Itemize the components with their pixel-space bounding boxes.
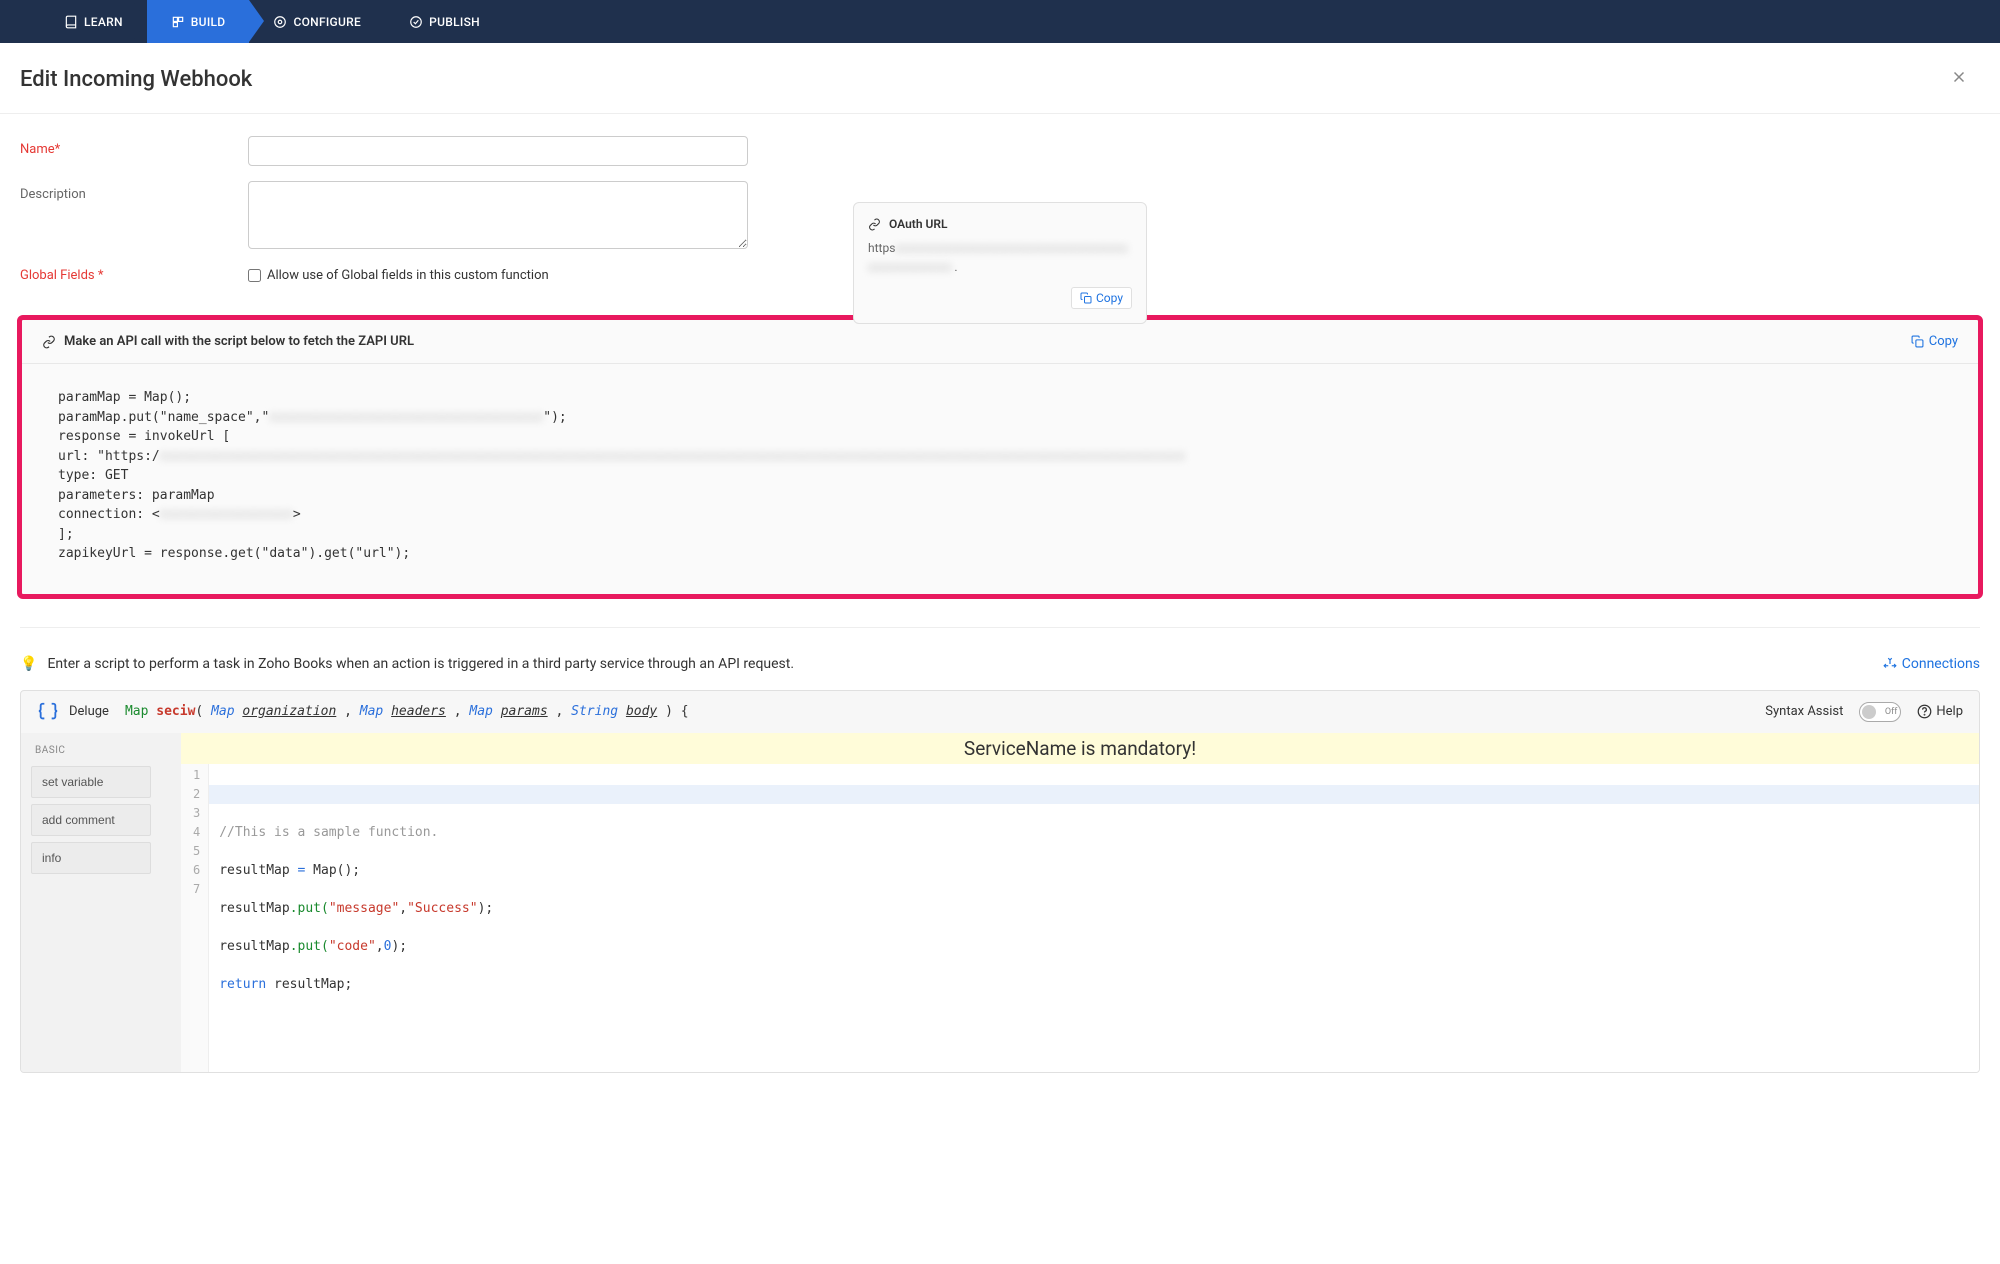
description-label: Description <box>20 181 248 253</box>
editor-sidebar: BASIC set variable add comment info <box>21 733 181 1072</box>
code-lines[interactable]: 1234567 //This is a sample function. res… <box>181 764 1979 1072</box>
sidebar-category: BASIC <box>31 745 171 756</box>
function-signature: Map seciw( Map organization , Map header… <box>125 704 689 719</box>
page-title: Edit Incoming Webhook <box>20 67 252 92</box>
nav-tab-publish[interactable]: PUBLISH <box>385 0 504 43</box>
page-header: Edit Incoming Webhook <box>0 43 2000 114</box>
code-line <box>219 1013 1969 1032</box>
syntax-assist-label: Syntax Assist <box>1765 704 1843 719</box>
code-line: //This is a sample function. <box>219 823 1969 842</box>
syntax-assist-toggle[interactable]: Off <box>1859 702 1901 722</box>
cmd-info[interactable]: info <box>31 842 151 874</box>
nav-tab-build[interactable]: BUILD <box>147 0 250 43</box>
code-line: return resultMap; <box>219 975 1969 994</box>
nav-label: LEARN <box>84 15 123 29</box>
nav-label: PUBLISH <box>429 15 480 29</box>
book-icon <box>64 15 78 29</box>
hint-text: Enter a script to perform a task in Zoho… <box>47 656 794 672</box>
deluge-icon <box>37 701 59 723</box>
global-fields-checkbox-label: Allow use of Global fields in this custo… <box>267 268 549 283</box>
global-fields-checkbox[interactable] <box>248 269 261 282</box>
nav-label: CONFIGURE <box>293 15 361 29</box>
api-copy-button[interactable]: Copy <box>1911 334 1958 349</box>
help-label: Help <box>1936 704 1963 719</box>
name-input[interactable] <box>248 136 748 166</box>
link-icon <box>868 218 881 231</box>
description-input[interactable] <box>248 181 748 249</box>
link-icon <box>42 335 56 349</box>
copy-label: Copy <box>1929 334 1958 349</box>
warning-banner: ServiceName is mandatory! <box>181 733 1979 764</box>
connections-link[interactable]: Connections <box>1883 656 1980 672</box>
cmd-set-variable[interactable]: set variable <box>31 766 151 798</box>
api-code-block: paramMap = Map(); paramMap.put("name_spa… <box>22 364 1978 594</box>
line-gutter: 1234567 <box>181 764 209 1072</box>
name-label: Name* <box>20 136 248 166</box>
divider <box>20 627 1980 628</box>
code-line: resultMap.put("message","Success"); <box>219 899 1969 918</box>
oauth-title: OAuth URL <box>889 217 948 231</box>
bulb-icon: 💡 <box>20 656 37 672</box>
language-label: Deluge <box>37 701 109 723</box>
api-script-card: Make an API call with the script below t… <box>17 315 1983 599</box>
close-button[interactable] <box>1946 63 1972 95</box>
top-nav: LEARN BUILD CONFIGURE PUBLISH <box>0 0 2000 43</box>
api-card-title: Make an API call with the script below t… <box>64 334 414 349</box>
gear-icon <box>273 15 287 29</box>
code-editor: Deluge Map seciw( Map organization , Map… <box>20 690 1980 1073</box>
cmd-add-comment[interactable]: add comment <box>31 804 151 836</box>
global-fields-label: Global Fields * <box>20 268 248 283</box>
copy-label: Copy <box>1096 291 1123 305</box>
nav-tab-learn[interactable]: LEARN <box>40 0 147 43</box>
code-line <box>209 785 1979 804</box>
code-line: resultMap = Map(); <box>219 861 1969 880</box>
nav-label: BUILD <box>191 15 226 29</box>
oauth-copy-button[interactable]: Copy <box>1071 287 1132 309</box>
connections-label: Connections <box>1902 656 1980 672</box>
build-icon <box>171 15 185 29</box>
oauth-url-box: OAuth URL httpsxxxxxxxxxxxxxxxxxxxxxxxxx… <box>853 202 1147 324</box>
oauth-url-text: httpsxxxxxxxxxxxxxxxxxxxxxxxxxxxxxxxxxxx… <box>868 239 1132 277</box>
check-icon <box>409 15 423 29</box>
help-link[interactable]: Help <box>1917 704 1963 719</box>
code-line: resultMap.put("code",0); <box>219 937 1969 956</box>
nav-tab-configure[interactable]: CONFIGURE <box>249 0 385 43</box>
